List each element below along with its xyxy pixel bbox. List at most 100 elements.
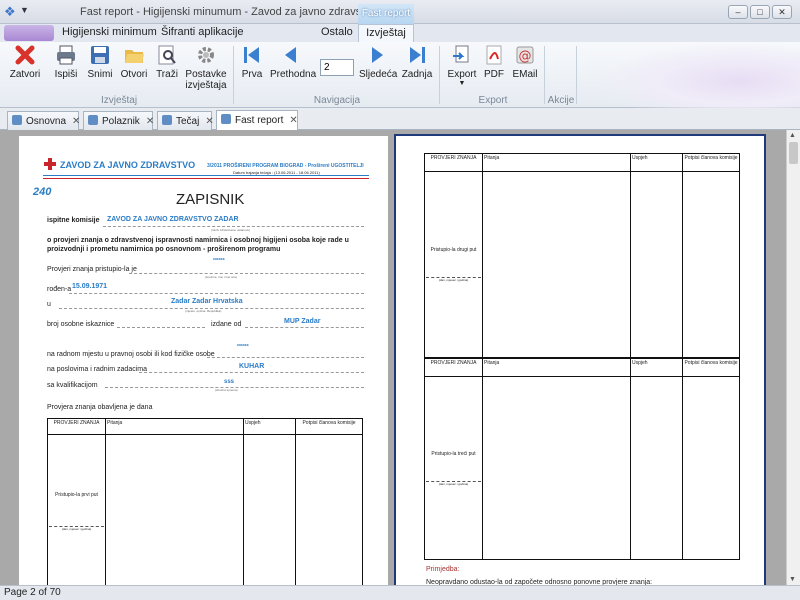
first-page-button[interactable]: Prva xyxy=(240,44,264,80)
scrollbar-thumb[interactable] xyxy=(789,142,798,164)
tab-izvjestaj[interactable]: Izvještaj xyxy=(358,24,414,43)
previous-page-label: Prethodna xyxy=(270,69,317,80)
export-button[interactable]: Export ▼ xyxy=(446,44,478,87)
header-divider xyxy=(43,175,369,176)
field-value-radno-mjesto: ****** xyxy=(237,344,249,350)
minimize-button[interactable]: – xyxy=(728,5,748,19)
date-hint: (dan, mjesec i godina) xyxy=(49,525,104,531)
pdf-button[interactable]: PDF xyxy=(482,44,506,80)
commission-hint: (naziv zdravstvene ustanove) xyxy=(211,228,251,232)
close-report-label: Zatvori xyxy=(9,69,41,80)
close-x-icon xyxy=(15,45,35,65)
next-page-icon xyxy=(372,47,383,63)
intro-paragraph: o provjeri znanja o zdravstvenoj ispravn… xyxy=(47,237,349,253)
vertical-scrollbar[interactable]: ▲ ▼ xyxy=(786,130,800,585)
col-header-provjeri: PROVJERI ZNANJA xyxy=(424,358,483,377)
open-button[interactable]: Otvori xyxy=(119,44,149,80)
close-tab-icon[interactable]: ✕ xyxy=(146,116,154,127)
status-bar: Page 2 of 70 xyxy=(0,585,800,600)
date-hint: (dan, mjesec i godina) xyxy=(426,277,481,282)
maximize-button[interactable]: □ xyxy=(750,5,770,19)
context-tab-title: Fast report xyxy=(358,4,414,24)
tab-ostalo[interactable]: Ostalo xyxy=(321,26,353,38)
app-icon[interactable]: ❖ xyxy=(4,4,20,20)
report-header-program: 3/2011 PROŠIRENI PROGRAM BIOGRAD - Proši… xyxy=(207,163,364,169)
exam-table-page1: PROVJERI ZNANJA Pitanja Uspjeh Potpisi č… xyxy=(47,418,363,588)
field-label-kvalifikacija: sa kvalifikacijom xyxy=(47,382,98,389)
group-label-izvjestaj: Izvještaj xyxy=(100,95,138,106)
col-header-potpisi: Potpisi članova komisije xyxy=(295,418,363,435)
questions-cell xyxy=(482,171,631,358)
attempt-label-third: Pristupio-la treći put xyxy=(431,450,476,457)
attempt-label-first: Pristupio-la prvi put xyxy=(55,491,98,498)
doc-tab-label: Osnovna xyxy=(26,116,67,127)
col-header-potpisi: Potpisi članova komisije xyxy=(682,358,740,377)
field-label-radno-mjesto: na radnom mjestu u pravnoj osobi ili kod… xyxy=(47,351,215,358)
pdf-label: PDF xyxy=(484,69,504,80)
fill-line xyxy=(207,357,364,358)
previous-page-icon xyxy=(285,47,296,63)
field-value-mjesto: Zadar Zadar Hrvatska xyxy=(171,298,243,305)
last-page-label: Zadnja xyxy=(401,69,433,80)
field-hint-kvalifikacija: (stručna sprema) xyxy=(215,388,238,392)
report-settings-button[interactable]: Postavke izvještaja xyxy=(184,44,228,91)
quick-access-dropdown-icon[interactable]: ▼ xyxy=(20,5,29,15)
save-button[interactable]: Snimi xyxy=(86,44,114,80)
application-menu-button[interactable] xyxy=(4,25,54,41)
table-caption: Provjera znanja obavljena je dana xyxy=(47,404,153,411)
group-label-export: Export xyxy=(478,95,508,106)
commission-label: ispitne komisije xyxy=(47,217,100,224)
report-number: 240 xyxy=(33,186,52,198)
folder-open-icon xyxy=(125,50,144,63)
doc-tab-osnovna[interactable]: Osnovna ✕ xyxy=(7,111,80,130)
close-tab-icon[interactable]: ✕ xyxy=(289,115,297,126)
report-page-2: PROVJERI ZNANJA Pitanja Uspjeh Potpisi č… xyxy=(394,134,766,600)
field-value-izdane-od: MUP Zadar xyxy=(284,318,321,325)
previous-page-button[interactable]: Prethodna xyxy=(270,44,316,80)
field-value-poslovi: KUHAR xyxy=(239,363,265,370)
close-tab-icon[interactable]: ✕ xyxy=(205,116,213,127)
tab-sifranti-aplikacije[interactable]: Šifranti aplikacije xyxy=(161,26,244,38)
print-button[interactable]: Ispiši xyxy=(51,44,81,80)
gear-icon xyxy=(198,47,214,63)
field-value-pristupio: ****** xyxy=(213,258,225,264)
pdf-icon xyxy=(486,45,502,65)
report-title: ZAPISNIK xyxy=(176,191,245,208)
commission-value: ZAVOD ZA JAVNO ZDRAVSTVO ZADAR xyxy=(107,216,239,223)
last-page-button[interactable]: Zadnja xyxy=(401,44,433,80)
close-tab-icon[interactable]: ✕ xyxy=(72,116,80,127)
search-label: Traži xyxy=(156,69,178,80)
field-label-mjesto: u xyxy=(47,301,51,308)
export-label: Export xyxy=(447,69,477,80)
doc-tab-label: Fast report xyxy=(235,115,284,126)
doc-tab-polaznik[interactable]: Polaznik ✕ xyxy=(83,111,154,130)
scroll-up-icon[interactable]: ▲ xyxy=(789,132,796,139)
group-separator xyxy=(544,46,545,104)
first-page-icon xyxy=(244,47,259,63)
questions-cell xyxy=(105,434,244,588)
fill-line xyxy=(129,273,364,274)
page-number-input[interactable] xyxy=(320,59,354,76)
exam-table-attempt2: PROVJERI ZNANJA Pitanja Uspjeh Potpisi č… xyxy=(424,153,740,358)
next-page-button[interactable]: Sljedeća xyxy=(359,44,397,80)
group-separator xyxy=(439,46,440,104)
save-label: Snimi xyxy=(87,69,113,80)
email-button[interactable]: @ EMail xyxy=(511,44,539,80)
field-label-poslovi: na poslovima i radnim zadacima xyxy=(47,366,147,373)
scroll-down-icon[interactable]: ▼ xyxy=(789,576,796,583)
close-report-button[interactable]: Zatvori xyxy=(8,44,42,80)
attempt-cell: Pristupio-la drugi put (dan, mjesec i go… xyxy=(424,171,483,358)
fill-line xyxy=(117,327,205,328)
doc-tab-fast-report[interactable]: Fast report ✕ xyxy=(216,110,298,130)
tab-doc-icon xyxy=(221,114,231,124)
fill-line xyxy=(103,226,364,227)
report-settings-label: Postavke izvještaja xyxy=(185,69,227,91)
field-label-rodjen: rođen-a xyxy=(47,286,72,293)
close-button[interactable]: ✕ xyxy=(772,5,792,19)
tab-higijenski-minimum[interactable]: Higijenski minimum xyxy=(62,26,157,38)
field-label-pristupio: Provjeri znanja pristupio-la je xyxy=(47,266,137,273)
report-page-1: ZAVOD ZA JAVNO ZDRAVSTVO 3/2011 PROŠIREN… xyxy=(19,136,388,596)
search-button[interactable]: Traži xyxy=(154,44,180,80)
col-header-uspjeh: Uspjeh xyxy=(243,418,296,435)
doc-tab-tecaj[interactable]: Tečaj ✕ xyxy=(157,111,214,130)
